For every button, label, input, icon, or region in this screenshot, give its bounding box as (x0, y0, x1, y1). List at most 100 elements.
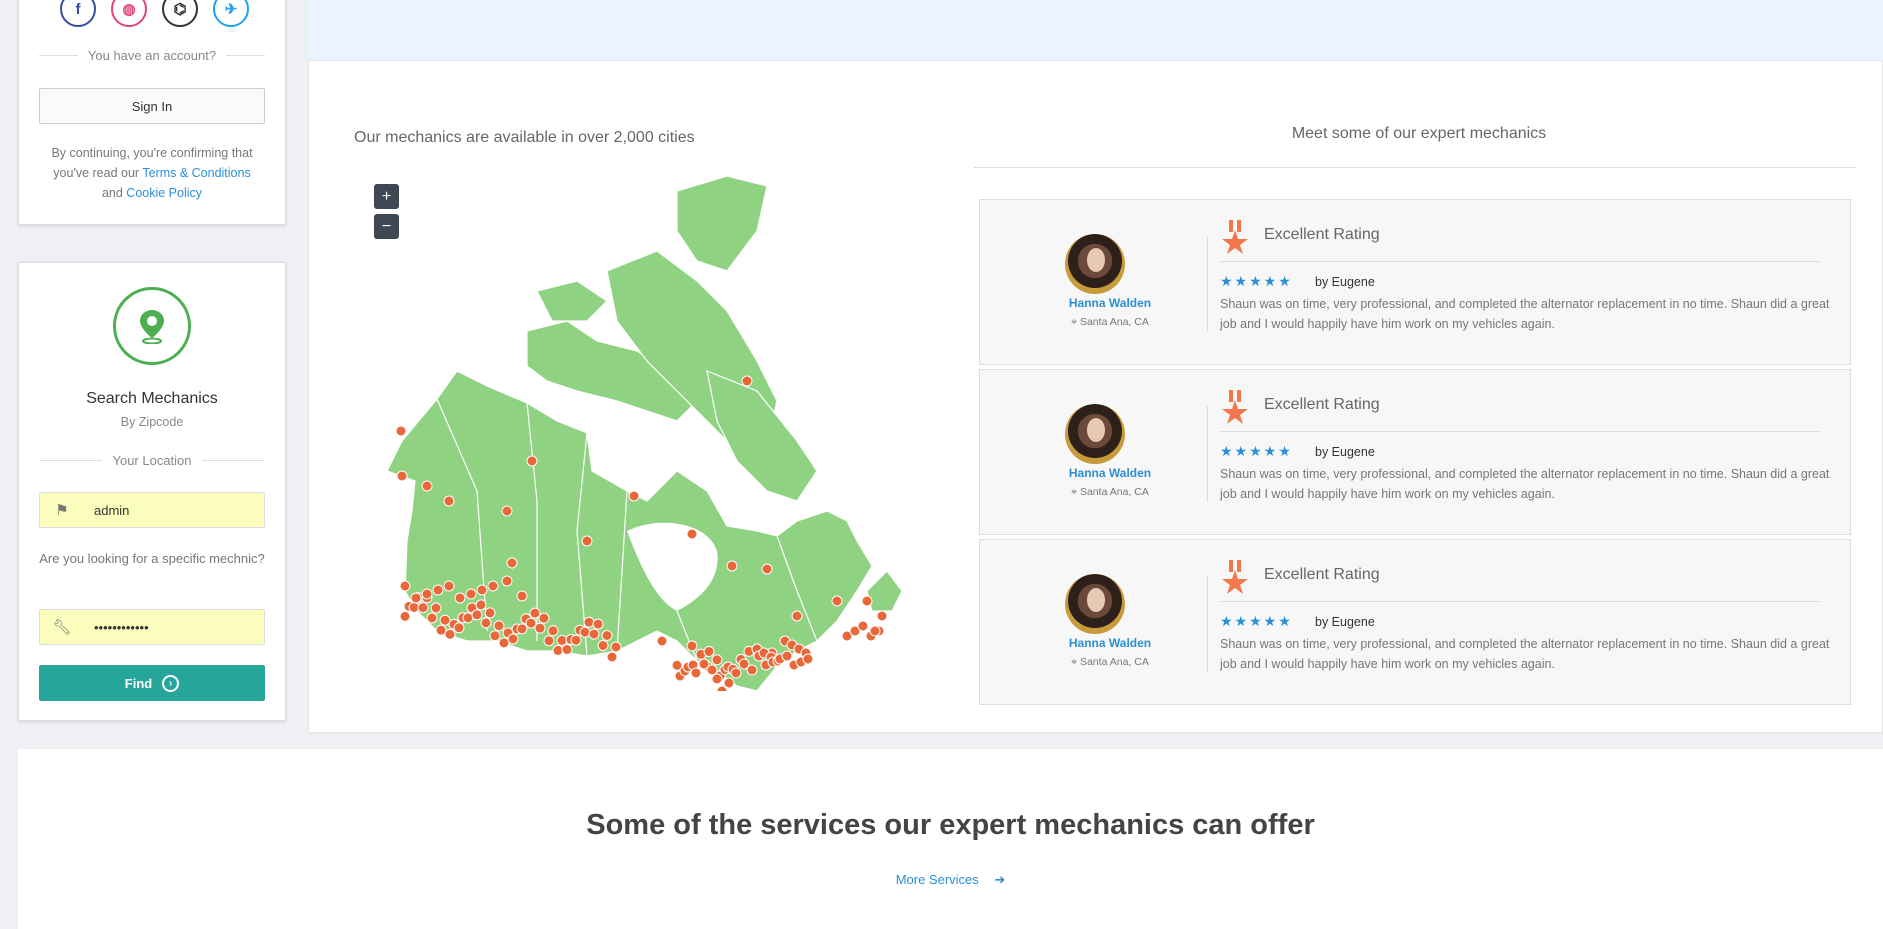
facebook-icon[interactable]: f (60, 0, 96, 27)
mechanic-name[interactable]: Hanna Walden (1040, 636, 1180, 650)
mechanic-marker[interactable] (408, 601, 420, 613)
mechanic-marker[interactable] (686, 640, 698, 652)
mechanic-marker[interactable] (462, 612, 474, 624)
mechanic-marker[interactable] (869, 625, 881, 637)
mechanic-marker[interactable] (417, 602, 429, 614)
canada-map[interactable] (377, 171, 927, 691)
mechanic-marker[interactable] (711, 673, 723, 685)
location-divider: Your Location (39, 453, 265, 468)
mechanic-marker[interactable] (432, 584, 444, 596)
sign-in-button[interactable]: Sign In (39, 88, 265, 124)
mechanic-name[interactable]: Hanna Walden (1040, 296, 1180, 310)
review-card: Hanna Walden ⌖ Santa Ana, CA Excellent R… (979, 369, 1851, 535)
mechanic-marker[interactable] (592, 618, 604, 630)
mechanic-field[interactable]: 🔧︎ •••••••••••• (39, 609, 265, 645)
mechanic-marker[interactable] (489, 630, 501, 642)
mechanic-marker[interactable] (547, 625, 559, 637)
mechanic-marker[interactable] (476, 584, 488, 596)
mechanic-marker[interactable] (656, 635, 668, 647)
mechanic-marker[interactable] (711, 654, 723, 666)
mechanic-marker[interactable] (543, 635, 555, 647)
mechanic-marker[interactable] (857, 620, 869, 632)
mechanic-marker[interactable] (444, 628, 456, 640)
account-divider: You have an account? (39, 48, 265, 63)
mechanic-marker[interactable] (480, 617, 492, 629)
mechanic-location: ⌖ Santa Ana, CA (1071, 316, 1149, 328)
mechanic-marker[interactable] (581, 535, 593, 547)
mechanic-marker[interactable] (526, 455, 538, 467)
mechanic-marker[interactable] (487, 580, 499, 592)
mechanic-marker[interactable] (538, 612, 550, 624)
mechanic-marker[interactable] (601, 629, 613, 641)
mechanic-marker[interactable] (453, 622, 465, 634)
mechanic-marker[interactable] (529, 607, 541, 619)
mechanic-marker[interactable] (507, 633, 519, 645)
mechanic-marker[interactable] (686, 528, 698, 540)
location-field[interactable]: ⚑ admin (39, 492, 265, 528)
cookie-policy-link[interactable]: Cookie Policy (126, 186, 202, 200)
mechanic-marker[interactable] (746, 664, 758, 676)
mechanic-marker[interactable] (454, 592, 466, 604)
mechanic-marker[interactable] (471, 609, 483, 621)
mechanic-marker[interactable] (861, 595, 873, 607)
mechanic-marker[interactable] (561, 644, 573, 656)
mechanic-marker[interactable] (588, 628, 600, 640)
mechanic-marker[interactable] (781, 650, 793, 662)
mechanic-marker[interactable] (579, 626, 591, 638)
mechanic-marker[interactable] (703, 645, 715, 657)
mechanic-marker[interactable] (690, 667, 702, 679)
mechanic-marker[interactable] (802, 653, 814, 665)
find-button[interactable]: Find › (39, 665, 265, 701)
mechanic-marker[interactable] (534, 622, 546, 634)
mechanic-marker[interactable] (610, 641, 622, 653)
mechanic-marker[interactable] (439, 614, 451, 626)
mechanic-marker[interactable] (761, 563, 773, 575)
mechanic-marker[interactable] (831, 595, 843, 607)
mechanic-marker[interactable] (501, 575, 513, 587)
mechanic-marker[interactable] (421, 480, 433, 492)
mechanic-marker[interactable] (583, 616, 595, 628)
terms-link[interactable]: Terms & Conditions (142, 166, 250, 180)
mechanic-marker[interactable] (399, 610, 411, 622)
mechanic-marker[interactable] (498, 637, 510, 649)
mechanic-marker[interactable] (606, 651, 618, 663)
mechanic-marker[interactable] (493, 620, 505, 632)
mechanic-marker[interactable] (516, 590, 528, 602)
mechanic-marker[interactable] (570, 634, 582, 646)
mechanic-marker[interactable] (516, 623, 528, 635)
mechanic-marker[interactable] (628, 490, 640, 502)
mechanic-marker[interactable] (396, 470, 408, 482)
mechanic-marker[interactable] (723, 677, 735, 689)
mechanic-marker[interactable] (484, 607, 496, 619)
mechanic-marker[interactable] (435, 624, 447, 636)
mechanic-marker[interactable] (410, 592, 422, 604)
mechanic-marker[interactable] (556, 634, 568, 646)
dribbble-icon[interactable]: ◍ (111, 0, 147, 27)
review-divider (1207, 236, 1208, 332)
mechanic-marker[interactable] (730, 667, 742, 679)
mechanic-marker[interactable] (726, 560, 738, 572)
mechanic-marker[interactable] (426, 612, 438, 624)
location-value: admin (94, 502, 130, 518)
mechanic-marker[interactable] (597, 639, 609, 651)
rating-label: Excellent Rating (1264, 226, 1380, 243)
mechanic-name[interactable]: Hanna Walden (1040, 466, 1180, 480)
more-services-link[interactable]: More Services ➜ (18, 872, 1883, 888)
mechanic-marker[interactable] (395, 425, 407, 437)
mechanic-marker[interactable] (525, 617, 537, 629)
mechanic-marker[interactable] (552, 644, 564, 656)
mechanic-marker[interactable] (430, 602, 442, 614)
mechanic-marker[interactable] (421, 588, 433, 600)
mechanic-marker[interactable] (741, 375, 753, 387)
mechanic-marker[interactable] (506, 557, 518, 569)
github-icon[interactable]: ⌬ (162, 0, 198, 27)
twitter-icon[interactable]: ✈ (213, 0, 249, 27)
mechanic-marker[interactable] (465, 588, 477, 600)
mechanic-marker[interactable] (475, 599, 487, 611)
mechanic-marker[interactable] (399, 580, 411, 592)
mechanic-marker[interactable] (876, 610, 888, 622)
mechanic-marker[interactable] (501, 505, 513, 517)
mechanic-marker[interactable] (443, 580, 455, 592)
mechanic-marker[interactable] (791, 610, 803, 622)
mechanic-marker[interactable] (443, 495, 455, 507)
